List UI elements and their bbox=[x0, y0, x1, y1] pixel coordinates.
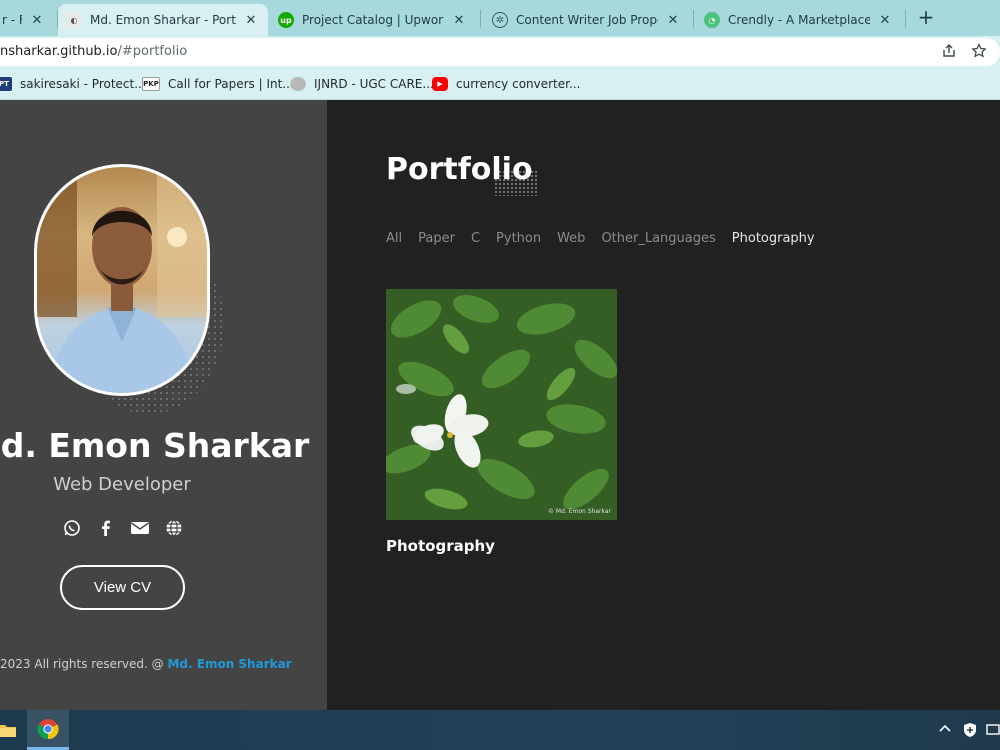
new-tab-button[interactable]: + bbox=[914, 5, 938, 29]
bookmark-label: Call for Papers | Int... bbox=[168, 77, 294, 91]
url-path: /#portfolio bbox=[117, 44, 188, 59]
security-shield-icon[interactable] bbox=[962, 722, 978, 742]
tab-title: Crendly - A Marketplace for bbox=[728, 13, 870, 27]
portfolio-filter-tabs: All Paper C Python Web Other_Languages P… bbox=[386, 231, 815, 246]
tab-previous[interactable]: r - Fu ✕ bbox=[0, 4, 54, 36]
portfolio-section: Portfolio All Paper C Python Web Other_L… bbox=[327, 100, 1000, 710]
pkp-favicon-icon: PKP bbox=[142, 77, 160, 91]
copyright-author-link[interactable]: Md. Emon Sharkar bbox=[167, 657, 291, 671]
copyright-footer: 2023 All rights reserved. @ Md. Emon Sha… bbox=[0, 657, 292, 671]
copyright-text: 2023 All rights reserved. @ bbox=[0, 657, 168, 671]
tab-crendly[interactable]: ◔ Crendly - A Marketplace for ✕ bbox=[696, 4, 902, 36]
chrome-taskbar-icon[interactable] bbox=[27, 710, 69, 750]
filter-c[interactable]: C bbox=[471, 231, 480, 246]
profile-name: d. Emon Sharkar bbox=[0, 426, 310, 465]
close-icon[interactable]: ✕ bbox=[450, 13, 468, 28]
bookmark-item[interactable]: PT sakiresaki - Protect... bbox=[0, 75, 146, 93]
portfolio-item-image[interactable]: © Md. Emon Sharkar bbox=[386, 289, 617, 520]
profile-sidebar: d. Emon Sharkar Web Developer View CV 20… bbox=[0, 100, 327, 710]
url-text[interactable]: nsharkar.github.io/#portfolio bbox=[0, 44, 187, 59]
tab-upwork[interactable]: up Project Catalog | Upwork ✕ bbox=[270, 4, 476, 36]
filter-other-languages[interactable]: Other_Languages bbox=[601, 231, 715, 246]
bookmark-item[interactable]: IJNRD - UGC CARE... bbox=[290, 75, 434, 93]
tab-title: Project Catalog | Upwork bbox=[302, 13, 444, 27]
chatgpt-logo-icon: ✲ bbox=[492, 12, 508, 28]
photo-watermark: © Md. Emon Sharkar bbox=[548, 508, 612, 515]
upwork-logo-icon: up bbox=[278, 12, 294, 28]
url-host: nsharkar.github.io bbox=[0, 44, 118, 59]
browser-toolbar: nsharkar.github.io/#portfolio bbox=[0, 36, 1000, 68]
browser-tab-strip: r - Fu ✕ ◐ Md. Emon Sharkar - Portfolio … bbox=[0, 0, 1000, 36]
close-icon[interactable]: ✕ bbox=[664, 13, 682, 28]
youtube-icon: ▶ bbox=[432, 77, 448, 91]
windows-taskbar bbox=[0, 710, 1000, 750]
avatar-container bbox=[34, 164, 224, 414]
filter-photography[interactable]: Photography bbox=[732, 231, 815, 246]
close-icon[interactable]: ✕ bbox=[28, 13, 46, 28]
whatsapp-icon[interactable] bbox=[62, 518, 82, 538]
close-icon[interactable]: ✕ bbox=[242, 13, 260, 28]
tab-chatgpt[interactable]: ✲ Content Writer Job Proposal. ✕ bbox=[484, 4, 690, 36]
bookmarks-bar: PT sakiresaki - Protect... PKP Call for … bbox=[0, 68, 1000, 100]
filter-web[interactable]: Web bbox=[557, 231, 585, 246]
file-explorer-icon[interactable] bbox=[0, 710, 28, 750]
bookmark-star-icon[interactable] bbox=[970, 42, 988, 61]
email-icon[interactable] bbox=[130, 518, 150, 538]
ijnrd-favicon-icon bbox=[290, 77, 306, 91]
bookmark-label: currency converter... bbox=[456, 77, 581, 91]
close-icon[interactable]: ✕ bbox=[876, 13, 894, 28]
portfolio-item-caption: Photography bbox=[386, 537, 495, 555]
profile-role: Web Developer bbox=[53, 474, 191, 495]
tab-title: Md. Emon Sharkar - Portfolio bbox=[90, 13, 236, 27]
tab-portfolio[interactable]: ◐ Md. Emon Sharkar - Portfolio ✕ bbox=[58, 4, 268, 36]
tab-title: r - Fu bbox=[2, 13, 22, 27]
address-bar[interactable]: nsharkar.github.io/#portfolio bbox=[0, 38, 1000, 66]
chevron-up-icon[interactable] bbox=[938, 722, 952, 740]
share-icon[interactable] bbox=[940, 43, 958, 61]
network-icon[interactable] bbox=[986, 722, 1000, 742]
social-links bbox=[62, 518, 184, 538]
bookmark-label: sakiresaki - Protect... bbox=[20, 77, 146, 91]
tab-divider bbox=[480, 10, 481, 28]
view-cv-button[interactable]: View CV bbox=[60, 565, 185, 610]
portfolio-favicon-icon: ◐ bbox=[66, 12, 82, 28]
avatar bbox=[34, 164, 210, 396]
tab-title: Content Writer Job Proposal. bbox=[516, 13, 658, 27]
globe-icon[interactable] bbox=[164, 518, 184, 538]
filter-paper[interactable]: Paper bbox=[418, 231, 455, 246]
filter-python[interactable]: Python bbox=[496, 231, 541, 246]
page-title: Portfolio bbox=[386, 152, 533, 187]
facebook-icon[interactable] bbox=[96, 518, 116, 538]
bookmark-item[interactable]: PKP Call for Papers | Int... bbox=[142, 75, 294, 93]
crendly-logo-icon: ◔ bbox=[704, 12, 720, 28]
bookmark-item[interactable]: ▶ currency converter... bbox=[432, 75, 580, 93]
pt-favicon-icon: PT bbox=[0, 77, 12, 91]
bookmark-label: IJNRD - UGC CARE... bbox=[314, 77, 434, 91]
tab-divider bbox=[905, 10, 906, 28]
filter-all[interactable]: All bbox=[386, 231, 402, 246]
tab-divider bbox=[693, 10, 694, 28]
